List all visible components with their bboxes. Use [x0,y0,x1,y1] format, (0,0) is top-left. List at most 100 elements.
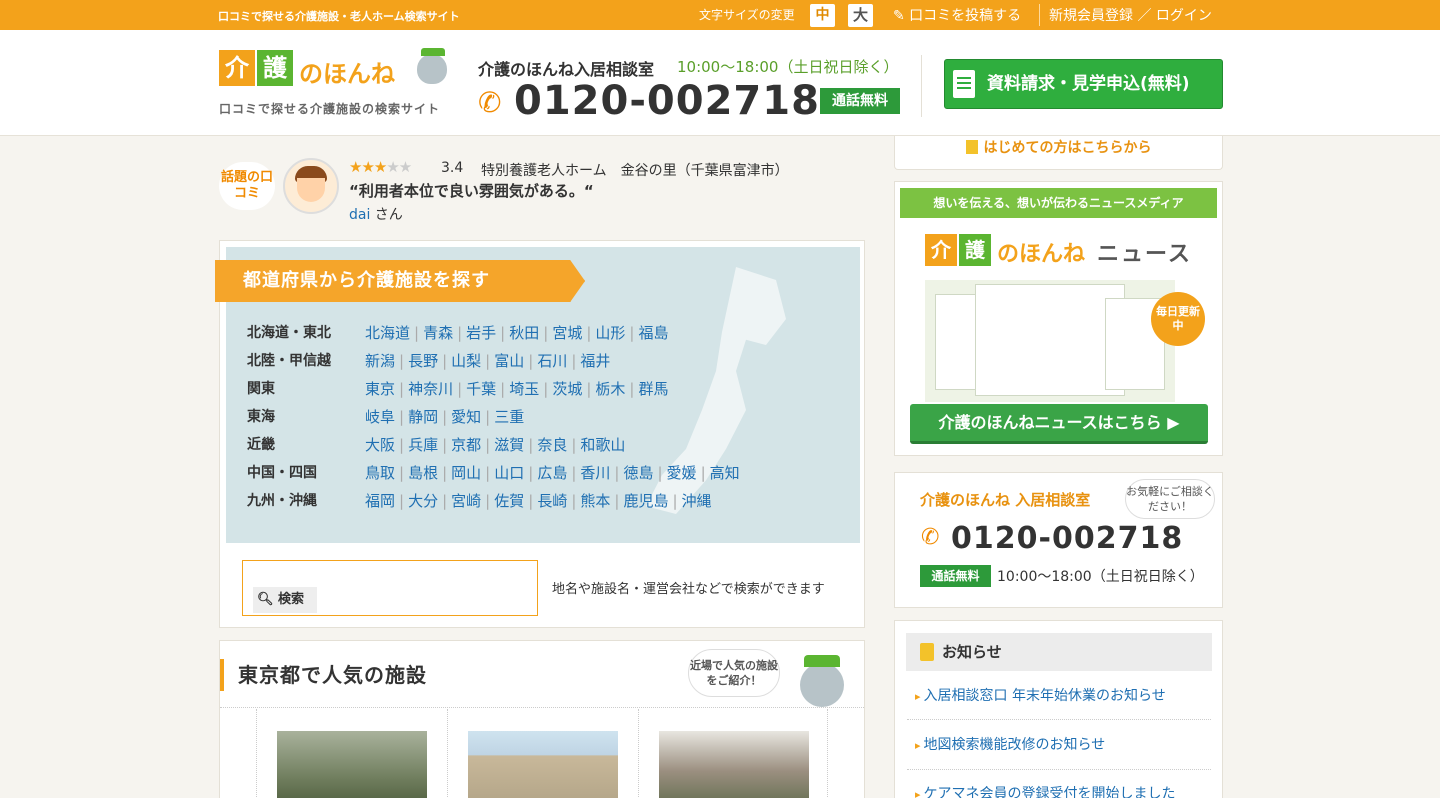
link-separator: | [543,380,549,398]
bird-mascot-icon [417,48,447,84]
prefecture-link[interactable]: 北海道 [365,324,410,342]
prefecture-link[interactable]: 山形 [595,324,625,342]
news-button[interactable]: 介護のほんねニュースはこちら ▶ [910,404,1208,444]
facility-card[interactable] [256,709,446,798]
search-hint: 地名や施設名・運営会社などで検索ができます [552,582,825,597]
link-separator: | [571,436,577,454]
notice-item[interactable]: ケアマネ会員の登録受付を開始しました [915,783,1176,798]
phone-number[interactable]: 0120-002718 [514,78,820,124]
link-separator: | [614,464,620,482]
prefecture-link[interactable]: 島根 [408,464,438,482]
facility-photo[interactable] [277,731,427,798]
free-call-badge: 通話無料 [820,88,900,114]
prefecture-link[interactable]: 和歌山 [580,436,625,454]
prefecture-link[interactable]: 岐阜 [365,408,395,426]
rating-stars: ★★★★★ [349,158,412,176]
request-documents-button[interactable]: 資料請求・見学申込(無料) [944,59,1223,109]
prefecture-link[interactable]: 兵庫 [408,436,438,454]
prefecture-links: 新潟 | 長野 | 山梨 | 富山 | 石川 | 福井 [365,350,610,371]
prefecture-link[interactable]: 京都 [451,436,481,454]
site-logo[interactable]: 介 護 のほんね 口コミで探せる介護施設の検索サイト [219,48,459,128]
region-name: 関東 [247,381,275,397]
prefecture-link[interactable]: 愛知 [451,408,481,426]
prefecture-link[interactable]: 茨城 [552,380,582,398]
link-separator: | [629,324,635,342]
prefecture-link[interactable]: 富山 [494,352,524,370]
prefecture-link[interactable]: 愛媛 [667,464,697,482]
prefecture-link[interactable]: 秋田 [509,324,539,342]
link-separator: | [442,436,448,454]
facility-card[interactable] [638,709,828,798]
popular-title: 東京都で人気の施設 [220,659,427,691]
review-quote[interactable]: “利用者本位で良い雰囲気がある。“ [349,180,594,201]
notice-item[interactable]: 入居相談窓口 年末年始休業のお知らせ [915,685,1166,705]
register-login-link[interactable]: 新規会員登録 ／ ログイン [1049,5,1212,25]
prefecture-link[interactable]: 栃木 [595,380,625,398]
prefecture-link[interactable]: 宮崎 [451,492,481,510]
link-separator: | [571,464,577,482]
prefecture-links: 福岡 | 大分 | 宮崎 | 佐賀 | 長崎 | 熊本 | 鹿児島 | 沖縄 [365,490,712,511]
post-review-link[interactable]: ✎ 口コミを投稿する [893,5,1021,25]
prefecture-link[interactable]: 大阪 [365,436,395,454]
prefecture-link[interactable]: 山口 [494,464,524,482]
prefecture-link[interactable]: 福井 [580,352,610,370]
popular-bubble: 近場で人気の施設をご紹介！ [688,649,780,697]
prefecture-link[interactable]: 石川 [537,352,567,370]
news-banner[interactable]: 想いを伝える、想いが伝わるニュースメディア 介 護 のほんね ニュース 毎日更新… [894,181,1223,456]
prefecture-link[interactable]: 静岡 [408,408,438,426]
prefecture-link[interactable]: 長野 [408,352,438,370]
prefecture-link[interactable]: 奈良 [537,436,567,454]
prefecture-link[interactable]: 岡山 [451,464,481,482]
prefecture-link[interactable]: 岩手 [466,324,496,342]
facility-photo[interactable] [468,731,618,798]
prefecture-link[interactable]: 沖縄 [682,492,712,510]
prefecture-link[interactable]: 東京 [365,380,395,398]
daily-update-badge: 毎日更新中 [1151,292,1205,346]
link-separator: | [528,352,534,370]
link-separator: | [528,464,534,482]
popular-facilities: 東京都で人気の施設 近場で人気の施設をご紹介！ [219,640,865,798]
link-separator: | [442,492,448,510]
link-separator: | [586,380,592,398]
prefecture-link[interactable]: 福島 [638,324,668,342]
link-separator: | [571,492,577,510]
prefecture-link[interactable]: 徳島 [623,464,653,482]
facility-photo[interactable] [659,731,809,798]
prefecture-link[interactable]: 長崎 [537,492,567,510]
prefecture-link[interactable]: 山梨 [451,352,481,370]
review-facility-link[interactable]: 特別養護老人ホーム 金谷の里（千葉県富津市） [481,160,789,180]
font-size-large-button[interactable]: 大 [848,4,873,27]
search-button[interactable]: 🔍︎ 検索 [253,587,317,613]
prefecture-link[interactable]: 青森 [423,324,453,342]
facility-card[interactable] [447,709,637,798]
prefecture-link[interactable]: 埼玉 [509,380,539,398]
reviewer-link[interactable]: dai [349,207,370,223]
news-header: 想いを伝える、想いが伝わるニュースメディア [900,188,1217,218]
font-size-medium-button[interactable]: 中 [810,4,835,27]
prefecture-link[interactable]: 福岡 [365,492,395,510]
prefecture-link[interactable]: 神奈川 [408,380,453,398]
prefecture-link[interactable]: 鹿児島 [623,492,668,510]
prefecture-link[interactable]: 千葉 [466,380,496,398]
prefecture-link[interactable]: 滋賀 [494,436,524,454]
prefecture-link[interactable]: 熊本 [580,492,610,510]
prefecture-link[interactable]: 香川 [580,464,610,482]
prefecture-link[interactable]: 鳥取 [365,464,395,482]
prefecture-link[interactable]: 高知 [710,464,740,482]
region-name: 北陸・甲信越 [247,353,331,369]
link-separator: | [399,464,405,482]
search-field[interactable]: 🔍︎ 検索 [242,560,538,616]
prefecture-link[interactable]: 群馬 [638,380,668,398]
notice-item[interactable]: 地図検索機能改修のお知らせ [915,734,1106,754]
prefecture-link[interactable]: 広島 [537,464,567,482]
prefecture-link[interactable]: 佐賀 [494,492,524,510]
prefecture-link[interactable]: 大分 [408,492,438,510]
beginner-guide-link[interactable]: はじめての方はこちらから [894,136,1223,170]
prefecture-links: 鳥取 | 島根 | 岡山 | 山口 | 広島 | 香川 | 徳島 | 愛媛 | 高知 [365,462,740,483]
prefecture-link[interactable]: 新潟 [365,352,395,370]
prefecture-link[interactable]: 三重 [494,408,524,426]
sidebar-phone-number[interactable]: 0120-002718 [951,521,1183,556]
prefecture-link[interactable]: 宮城 [552,324,582,342]
link-separator: | [700,464,706,482]
link-separator: | [399,436,405,454]
